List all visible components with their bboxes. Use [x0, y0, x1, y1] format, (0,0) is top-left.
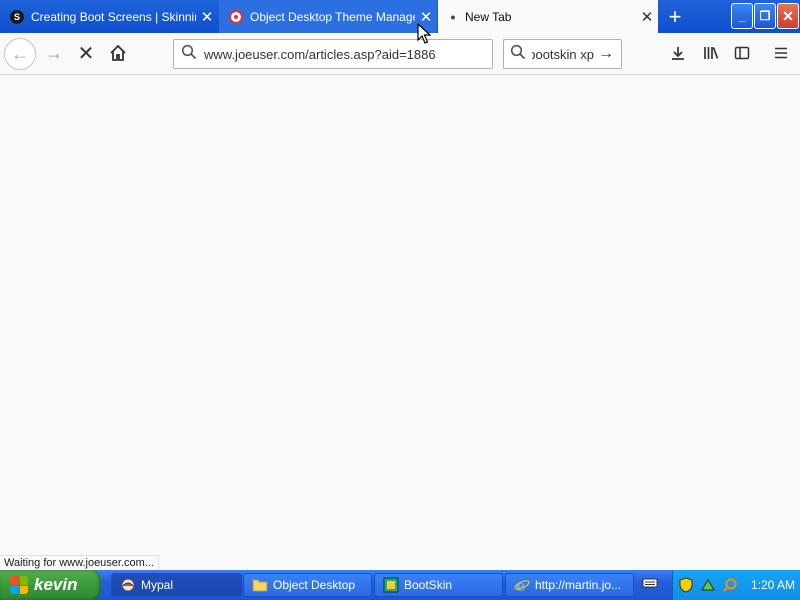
- tab-title: Creating Boot Screens | Skinning: [31, 9, 196, 24]
- sidebar-button[interactable]: [728, 39, 756, 67]
- keyboard-icon[interactable]: [641, 577, 659, 593]
- search-icon: [174, 44, 204, 64]
- start-label: kevin: [34, 575, 78, 594]
- loading-favicon-icon: [229, 9, 243, 24]
- mypal-icon: [120, 577, 136, 593]
- tab-new-tab[interactable]: • New Tab ✕: [438, 0, 658, 33]
- download-icon: [672, 47, 684, 60]
- taskbar-button-ie[interactable]: e http://martin.jo...: [505, 573, 634, 597]
- search-tray-icon[interactable]: [721, 576, 739, 594]
- close-tab-icon[interactable]: ✕: [636, 8, 658, 26]
- mouse-cursor-icon: [417, 23, 431, 44]
- status-bar: Waiting for www.joeuser.com...: [0, 555, 159, 571]
- taskbar-button-label: Object Desktop: [273, 578, 356, 592]
- home-button[interactable]: [104, 39, 132, 67]
- back-button[interactable]: ←: [4, 38, 36, 70]
- url-text[interactable]: www.joeuser.com/articles.asp?aid=1886: [204, 47, 436, 62]
- security-shield-icon[interactable]: [677, 576, 695, 594]
- restore-button[interactable]: ❐: [754, 3, 776, 29]
- stop-button[interactable]: ✕: [72, 39, 100, 67]
- library-button[interactable]: [697, 39, 725, 67]
- sidebar-icon: [734, 46, 750, 60]
- clock[interactable]: 1:20 AM: [751, 578, 795, 592]
- menu-button[interactable]: [767, 39, 795, 67]
- taskbar: kevin Mypal Object Desktop BootSkin e ht…: [0, 570, 800, 600]
- windows-flag-icon: [10, 576, 28, 594]
- search-icon: [504, 44, 532, 64]
- tab-strip: S Creating Boot Screens | Skinning ✕ Obj…: [0, 0, 800, 33]
- close-window-button[interactable]: ✕: [777, 3, 799, 29]
- new-tab-button[interactable]: +: [660, 0, 690, 33]
- taskbar-button-mypal[interactable]: Mypal: [111, 573, 242, 597]
- search-box[interactable]: bootskin xp →: [503, 39, 622, 69]
- tab-title: Object Desktop Theme Manager: [250, 9, 415, 24]
- system-tray: 1:20 AM: [672, 570, 800, 600]
- tab-object-desktop-theme-manager[interactable]: Object Desktop Theme Manager ✕: [219, 0, 437, 33]
- url-bar[interactable]: www.joeuser.com/articles.asp?aid=1886: [173, 39, 493, 69]
- ie-icon: e: [514, 577, 530, 593]
- downloads-button[interactable]: [664, 39, 692, 67]
- tab-dot-icon: •: [450, 8, 456, 25]
- start-button[interactable]: kevin: [0, 570, 101, 600]
- home-icon: [110, 44, 126, 61]
- taskbar-button-label: http://martin.jo...: [535, 578, 622, 592]
- taskbar-button-label: BootSkin: [404, 578, 453, 592]
- network-icon[interactable]: [699, 576, 717, 594]
- taskbar-button-bootskin[interactable]: BootSkin: [374, 573, 503, 597]
- folder-icon: [252, 577, 268, 593]
- nav-toolbar: ← → ✕ www.joeuser.com/articles.asp?aid=1…: [0, 33, 800, 75]
- bootskin-icon: [383, 577, 399, 593]
- taskbar-button-object-desktop[interactable]: Object Desktop: [243, 573, 372, 597]
- library-icon: [704, 47, 719, 59]
- page-content: [0, 75, 800, 570]
- skinning-favicon-icon: S: [10, 9, 24, 24]
- tab-title: New Tab: [465, 9, 512, 24]
- search-go-button[interactable]: →: [594, 45, 618, 63]
- tab-creating-boot-screens[interactable]: S Creating Boot Screens | Skinning ✕: [0, 0, 218, 33]
- close-tab-icon[interactable]: ✕: [196, 8, 218, 26]
- taskbar-button-label: Mypal: [141, 578, 174, 592]
- search-input[interactable]: bootskin xp: [532, 47, 594, 62]
- forward-button[interactable]: →: [40, 39, 68, 67]
- hamburger-icon: [775, 47, 787, 59]
- minimize-button[interactable]: _: [731, 3, 753, 29]
